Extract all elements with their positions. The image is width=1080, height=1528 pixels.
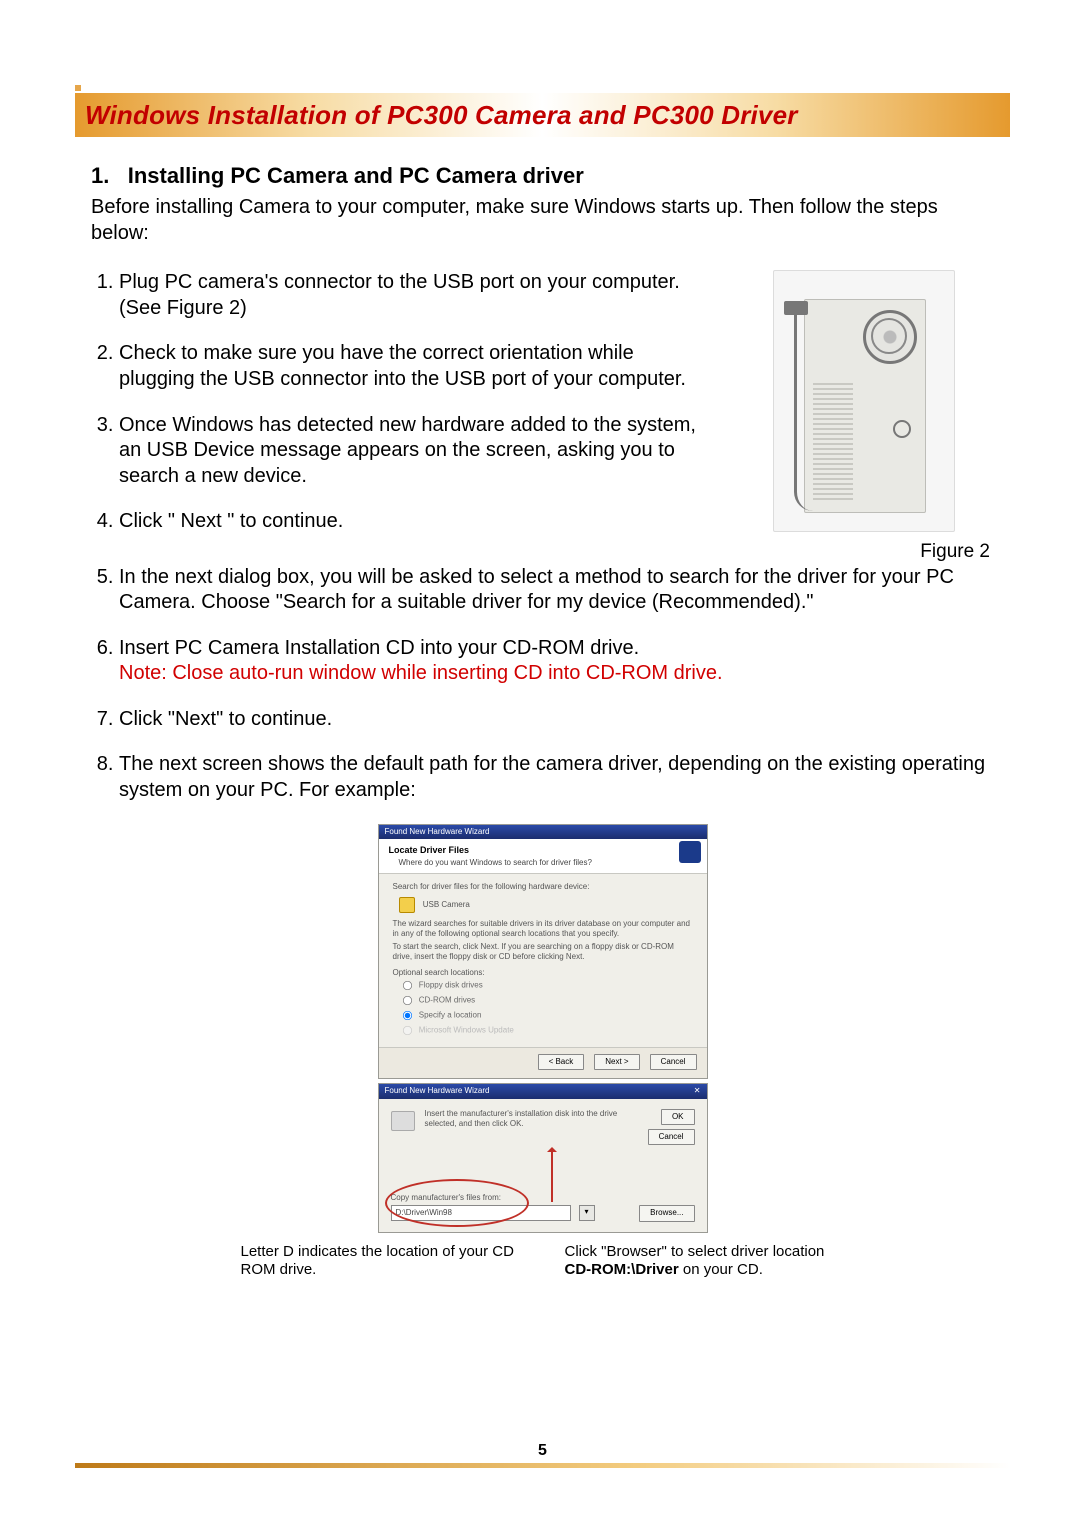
- figure-2-image: [773, 270, 955, 532]
- windows-logo-icon: [679, 841, 701, 863]
- wizard1-cancel-button[interactable]: Cancel: [650, 1054, 697, 1070]
- step-6-text: Insert PC Camera Installation CD into yo…: [119, 637, 639, 659]
- fan-icon: [863, 310, 917, 364]
- section-heading: 1. Installing PC Camera and PC Camera dr…: [91, 163, 1010, 189]
- step-4: Click " Next " to continue.: [119, 509, 704, 535]
- chapter-title-bar: Windows Installation of PC300 Camera and…: [75, 93, 1010, 137]
- figure-2-caption: Figure 2: [920, 540, 994, 564]
- step-6: Insert PC Camera Installation CD into yo…: [119, 636, 994, 687]
- step-1: Plug PC camera's connector to the USB po…: [119, 270, 704, 321]
- wizard1-next-button[interactable]: Next >: [594, 1054, 639, 1070]
- wizard2-msg: Insert the manufacturer's installation d…: [425, 1109, 638, 1129]
- document-page: Windows Installation of PC300 Camera and…: [0, 0, 1080, 1528]
- caption-left: Letter D indicates the location of your …: [241, 1243, 521, 1279]
- annotation-arrow: [551, 1148, 553, 1202]
- chapter-title: Windows Installation of PC300 Camera and…: [85, 100, 798, 131]
- opt-floppy[interactable]: Floppy disk drives: [401, 979, 693, 992]
- step-7: Click "Next" to continue.: [119, 707, 994, 733]
- footer-accent-bar: [75, 1463, 1010, 1468]
- wizard1-titlebar: Found New Hardware Wizard: [379, 825, 707, 839]
- wizard1-header: Locate Driver Files: [389, 845, 470, 855]
- opt-winupdate: Microsoft Windows Update: [401, 1024, 693, 1037]
- wizard1-sub: Where do you want Windows to search for …: [399, 858, 697, 868]
- dropdown-icon[interactable]: ▾: [579, 1205, 595, 1221]
- wizard1-line3: To start the search, click Next. If you …: [393, 942, 693, 961]
- step-2: Check to make sure you have the correct …: [119, 341, 704, 392]
- disk-icon: [391, 1111, 415, 1131]
- step-8: The next screen shows the default path f…: [119, 752, 994, 803]
- wizard1-back-button[interactable]: < Back: [538, 1054, 585, 1070]
- figure-2: Figure 2: [734, 270, 994, 564]
- wizard2-browse-button[interactable]: Browse...: [639, 1205, 694, 1221]
- wizard-insert-disk: Found New Hardware Wizard✕ Insert the ma…: [378, 1083, 708, 1232]
- close-icon[interactable]: ✕: [694, 1086, 701, 1096]
- device-icon: [399, 897, 415, 913]
- opt-specify[interactable]: Specify a location: [401, 1009, 693, 1022]
- screenshot-captions: Letter D indicates the location of your …: [213, 1243, 873, 1279]
- wizard-screenshots: Found New Hardware Wizard Locate Driver …: [91, 824, 994, 1279]
- annotation-circle: [385, 1179, 529, 1227]
- section-intro: Before installing Camera to your compute…: [91, 195, 994, 246]
- corner-accent: [75, 85, 81, 91]
- step-3: Once Windows has detected new hardware a…: [119, 413, 704, 490]
- body-area: Plug PC camera's connector to the USB po…: [91, 270, 994, 1278]
- section-title: Installing PC Camera and PC Camera drive…: [128, 163, 584, 188]
- wizard1-device: USB Camera: [423, 900, 470, 909]
- opt-cdrom[interactable]: CD-ROM drives: [401, 994, 693, 1007]
- caption-right: Click "Browser" to select driver locatio…: [565, 1243, 845, 1279]
- section-number: 1.: [91, 163, 109, 188]
- wizard2-titlebar: Found New Hardware Wizard✕: [379, 1084, 707, 1098]
- wizard1-line2: The wizard searches for suitable drivers…: [393, 919, 693, 938]
- wizard-locate-driver: Found New Hardware Wizard Locate Driver …: [378, 824, 708, 1080]
- step-6-note: Note: Close auto-run window while insert…: [119, 662, 723, 684]
- wizard2-ok-button[interactable]: OK: [661, 1109, 695, 1125]
- wizard1-line1: Search for driver files for the followin…: [393, 882, 693, 892]
- page-number: 5: [538, 1442, 547, 1460]
- content-frame: Windows Installation of PC300 Camera and…: [75, 85, 1010, 1468]
- step-5: In the next dialog box, you will be aske…: [119, 565, 994, 616]
- wizard1-optslabel: Optional search locations:: [393, 968, 693, 978]
- wizard2-cancel-button[interactable]: Cancel: [648, 1129, 695, 1145]
